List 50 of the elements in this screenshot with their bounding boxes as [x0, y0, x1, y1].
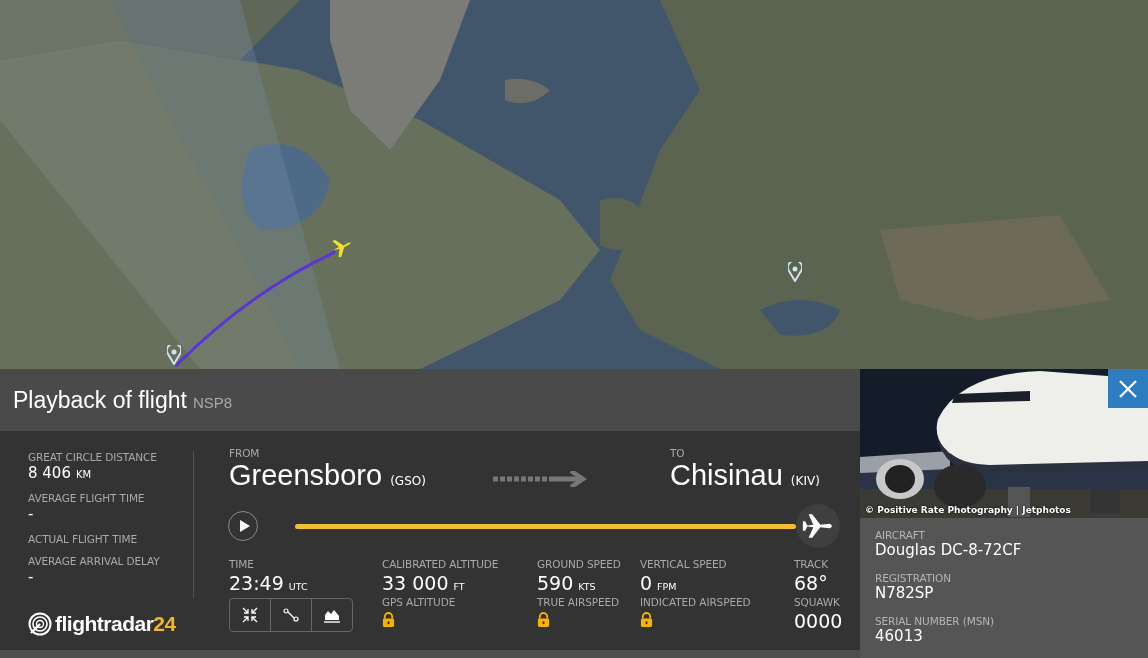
readout-value: 0000 [794, 610, 844, 632]
panel-title: Playback of flight [13, 386, 187, 414]
place-label: TO [670, 447, 686, 459]
readout-label: TRACK [794, 558, 829, 570]
progress-handle[interactable] [796, 504, 840, 548]
readout-label: GPS ALTITUDE [382, 596, 457, 608]
readout-label: GROUND SPEED [537, 558, 622, 570]
airport-code: (GSO) [390, 474, 426, 488]
readout-unit: UTC [288, 581, 308, 592]
stat-label: GREAT CIRCLE DISTANCE [28, 451, 158, 463]
field-label: REGISTRATION [875, 572, 952, 584]
readout-value: 0 [640, 572, 653, 594]
flight-callsign: NSP8 [192, 393, 233, 411]
readout-value: 33 000 [382, 572, 449, 594]
route-arrow-icon [493, 470, 587, 487]
stat-label: AVERAGE ARRIVAL DELAY [28, 555, 161, 567]
place-label: FROM [229, 447, 261, 459]
field-value: Douglas DC-8-72CF [875, 541, 1023, 559]
readout-unit: FPM [657, 581, 677, 592]
readout-label: SQUAWK [794, 596, 841, 608]
airplane-icon [801, 512, 835, 540]
readout-value: 23:49 [229, 572, 284, 594]
readout-value: 68° [794, 572, 828, 594]
readout-unit: KTS [578, 581, 596, 592]
city-name: Chisinau [670, 459, 783, 492]
readout-label: TRUE AIRSPEED [537, 596, 620, 608]
logo-wordmark: flightradar24 [55, 612, 176, 636]
stat-value: - [28, 568, 34, 586]
field-value: N782SP [875, 584, 935, 602]
play-icon [239, 520, 250, 532]
stat-label: AVERAGE FLIGHT TIME [28, 492, 146, 504]
close-icon [1118, 378, 1138, 399]
readout-label: TIME [229, 558, 255, 570]
field-value: 46013 [875, 627, 924, 645]
readout-label: CALIBRATED ALTITUDE [382, 558, 500, 570]
close-button[interactable] [1108, 369, 1148, 408]
stat-label: ACTUAL FLIGHT TIME [28, 533, 138, 545]
readout-label: INDICATED AIRSPEED [640, 596, 752, 608]
readout-label: VERTICAL SPEED [640, 558, 728, 570]
stat-value: 8 406 [28, 464, 71, 482]
airport-code: (KIV) [790, 474, 820, 488]
field-label: SERIAL NUMBER (MSN) [875, 615, 995, 627]
stat-unit: KM [75, 469, 92, 480]
radar-icon [28, 612, 52, 636]
stat-value: - [28, 505, 34, 523]
photo-credit: © Positive Rate Photography | Jetphotos [865, 505, 1071, 515]
city-name: Greensboro [229, 459, 383, 492]
readout-value: 590 [537, 572, 574, 594]
field-label: AIRCRAFT [875, 529, 926, 541]
readout-unit: FT [453, 581, 465, 592]
